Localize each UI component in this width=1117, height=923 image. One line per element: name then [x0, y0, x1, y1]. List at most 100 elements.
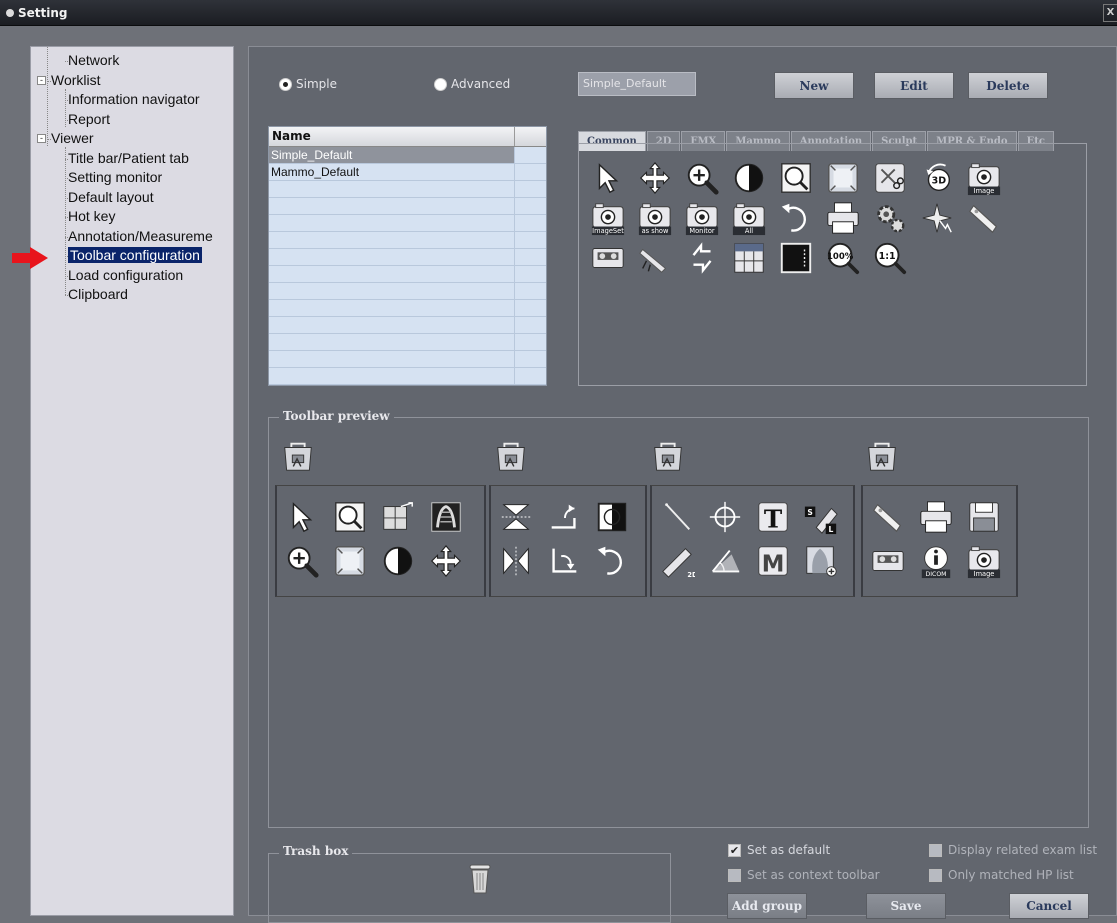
print-icon[interactable]: [824, 199, 862, 237]
tree-item-setting-monitor[interactable]: Setting monitor: [68, 168, 162, 187]
fit-to-window-icon[interactable]: [331, 542, 369, 580]
rotate-right-icon[interactable]: [545, 542, 583, 580]
capture-monitor-icon[interactable]: Monitor: [683, 199, 721, 237]
swap-icon[interactable]: [683, 239, 721, 277]
table-row[interactable]: Mammo_Default: [269, 164, 546, 181]
svg-text:as show: as show: [642, 227, 669, 235]
edit-button[interactable]: Edit: [874, 72, 954, 99]
window-level-icon[interactable]: [730, 159, 768, 197]
pointer-icon[interactable]: [589, 159, 627, 197]
capture-image-icon[interactable]: Image: [965, 159, 1003, 197]
flip-vertical-icon[interactable]: [497, 498, 535, 536]
remote-icon[interactable]: [965, 199, 1003, 237]
tree-connector: [65, 178, 68, 179]
rotate-left-icon[interactable]: [545, 498, 583, 536]
tree-item-viewer[interactable]: Viewer: [51, 129, 94, 148]
zoom-in-icon[interactable]: [283, 542, 321, 580]
table-row: [269, 283, 546, 300]
remote-icon[interactable]: [869, 498, 907, 536]
capture-imageset-icon[interactable]: ImageSet: [589, 199, 627, 237]
pan-icon[interactable]: [427, 542, 465, 580]
save-button[interactable]: Save: [866, 893, 946, 919]
pan-icon[interactable]: [636, 159, 674, 197]
tree-item-worklist[interactable]: Worklist: [51, 71, 101, 90]
capture-as-show-icon[interactable]: as show: [636, 199, 674, 237]
flip-horizontal-icon[interactable]: [497, 542, 535, 580]
tree-item-hot-key[interactable]: Hot key: [68, 207, 115, 226]
tree-item-report[interactable]: Report: [68, 110, 110, 129]
ruler-sl-icon[interactable]: SL: [802, 498, 840, 536]
new-button[interactable]: New: [774, 72, 854, 99]
cut-icon[interactable]: [871, 159, 909, 197]
display-related-exam-checkbox[interactable]: Display related exam list: [929, 843, 1097, 857]
svg-text:S: S: [807, 508, 812, 517]
row-name-cell: [269, 334, 515, 350]
radio-simple[interactable]: Simple: [279, 77, 337, 91]
print-icon[interactable]: [917, 498, 955, 536]
toolbar-group-1-handle-icon[interactable]: [279, 437, 317, 475]
svg-text:L: L: [829, 525, 834, 534]
set-as-context-checkbox[interactable]: Set as context toolbar: [728, 868, 880, 882]
tree-item-clipboard[interactable]: Clipboard: [68, 285, 128, 304]
column-header-name[interactable]: Name: [269, 127, 515, 146]
delete-button[interactable]: Delete: [968, 72, 1048, 99]
crosshair-icon[interactable]: [706, 498, 744, 536]
layout-icon[interactable]: [379, 498, 417, 536]
tree-item-annotation-measureme[interactable]: Annotation/Measureme: [68, 227, 213, 246]
cancel-button[interactable]: Cancel: [1009, 893, 1089, 919]
svg-text:M: M: [762, 551, 785, 577]
capture-all-icon[interactable]: All: [730, 199, 768, 237]
toolbar-group-3-handle-icon[interactable]: [649, 437, 687, 475]
set-as-default-checkbox[interactable]: ✔ Set as default: [728, 843, 830, 857]
mammo-roi-icon[interactable]: [802, 542, 840, 580]
remote-scroll-icon[interactable]: [636, 239, 674, 277]
add-group-button[interactable]: Add group: [727, 893, 807, 919]
ruler-2d-icon[interactable]: 2D: [658, 542, 696, 580]
save-disk-icon[interactable]: [965, 498, 1003, 536]
line-measure-icon[interactable]: [658, 498, 696, 536]
marker-icon[interactable]: M: [754, 542, 792, 580]
tree-item-title-bar-patient-tab[interactable]: Title bar/Patient tab: [68, 149, 189, 168]
dicom-info-icon[interactable]: DICOM: [917, 542, 955, 580]
invert-icon[interactable]: [593, 498, 631, 536]
close-icon[interactable]: X: [1103, 4, 1117, 22]
toolbar-group-2-handle-icon[interactable]: [492, 437, 530, 475]
toolbar-name-input[interactable]: Simple_Default: [578, 72, 696, 96]
magnify-icon[interactable]: [331, 498, 369, 536]
tree-collapse-icon[interactable]: -: [37, 75, 46, 85]
fit-to-window-icon[interactable]: [824, 159, 862, 197]
cine-icon[interactable]: [589, 239, 627, 277]
table-row: [269, 317, 546, 334]
layout-grid-icon[interactable]: [730, 239, 768, 277]
undo-icon[interactable]: [777, 199, 815, 237]
zoom-100-icon[interactable]: 100%: [824, 239, 862, 277]
table-row[interactable]: Simple_Default: [269, 147, 546, 164]
full-screen-icon[interactable]: [777, 239, 815, 277]
zoom-1-1-icon[interactable]: 1:1: [871, 239, 909, 277]
undo-icon[interactable]: [593, 542, 631, 580]
capture-image-icon[interactable]: Image: [965, 542, 1003, 580]
magnify-icon[interactable]: [777, 159, 815, 197]
angle-icon[interactable]: [706, 542, 744, 580]
tree-item-default-layout[interactable]: Default layout: [68, 188, 154, 207]
only-matched-hp-checkbox[interactable]: Only matched HP list: [929, 868, 1074, 882]
window-level-icon[interactable]: [379, 542, 417, 580]
pin-icon[interactable]: [918, 199, 956, 237]
tree-item-network[interactable]: Network: [68, 51, 119, 70]
xray-icon[interactable]: [427, 498, 465, 536]
cine-icon[interactable]: [869, 542, 907, 580]
zoom-in-icon[interactable]: [683, 159, 721, 197]
pointer-icon[interactable]: [283, 498, 321, 536]
tree-item-information-navigator[interactable]: Information navigator: [68, 90, 200, 109]
tree-item-load-configuration[interactable]: Load configuration: [68, 266, 183, 285]
tree-item-toolbar-configuration[interactable]: Toolbar configuration: [68, 246, 202, 265]
rotate-3d-icon[interactable]: 3D: [918, 159, 956, 197]
trash-icon[interactable]: [469, 864, 491, 894]
radio-advanced[interactable]: Advanced: [434, 77, 510, 91]
toolbar-group-4-handle-icon[interactable]: [863, 437, 901, 475]
tree-item-label: Information navigator: [68, 91, 200, 107]
column-header-spacer: [515, 127, 545, 146]
text-annotation-icon[interactable]: T: [754, 498, 792, 536]
settings-icon[interactable]: [871, 199, 909, 237]
tree-collapse-icon[interactable]: -: [37, 134, 46, 143]
